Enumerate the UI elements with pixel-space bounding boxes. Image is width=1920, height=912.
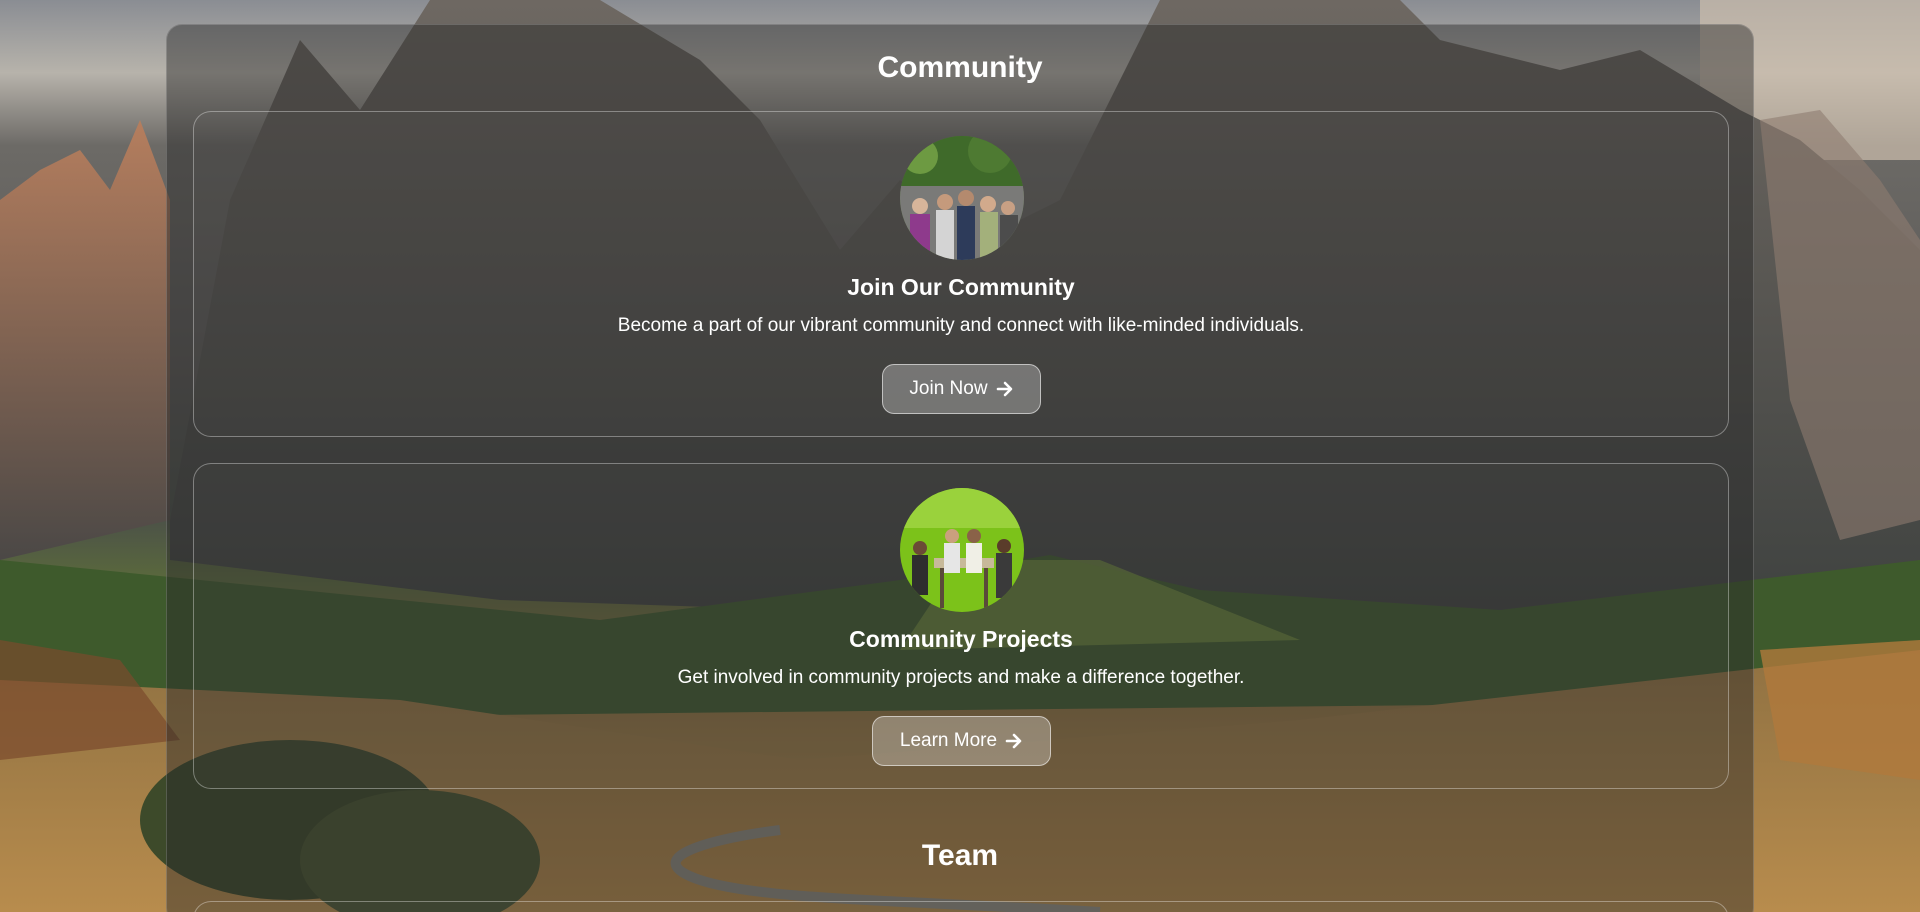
workshop-photo-image: [900, 488, 1024, 612]
team-section-title: Team: [921, 839, 999, 872]
card-description: Become a part of our vibrant community a…: [617, 315, 1305, 336]
card-description: Get involved in community projects and m…: [677, 667, 1245, 688]
arrow-right-icon: [1005, 732, 1023, 750]
join-now-button[interactable]: Join Now: [882, 364, 1041, 414]
learn-more-label: Learn More: [899, 730, 998, 751]
join-now-label: Join Now: [909, 378, 988, 399]
community-panel: Community Join Our Community Become a pa…: [166, 24, 1754, 912]
community-section-title: Community: [877, 51, 1043, 84]
join-community-card: Join Our Community Become a part of our …: [193, 111, 1729, 437]
card-title: Join Our Community: [847, 274, 1075, 300]
crowd-photo-image: [900, 136, 1024, 260]
learn-more-button[interactable]: Learn More: [872, 716, 1051, 766]
team-card: [193, 901, 1729, 912]
arrow-right-icon: [996, 380, 1014, 398]
card-title: Community Projects: [849, 626, 1073, 652]
community-projects-card: Community Projects Get involved in commu…: [193, 463, 1729, 789]
